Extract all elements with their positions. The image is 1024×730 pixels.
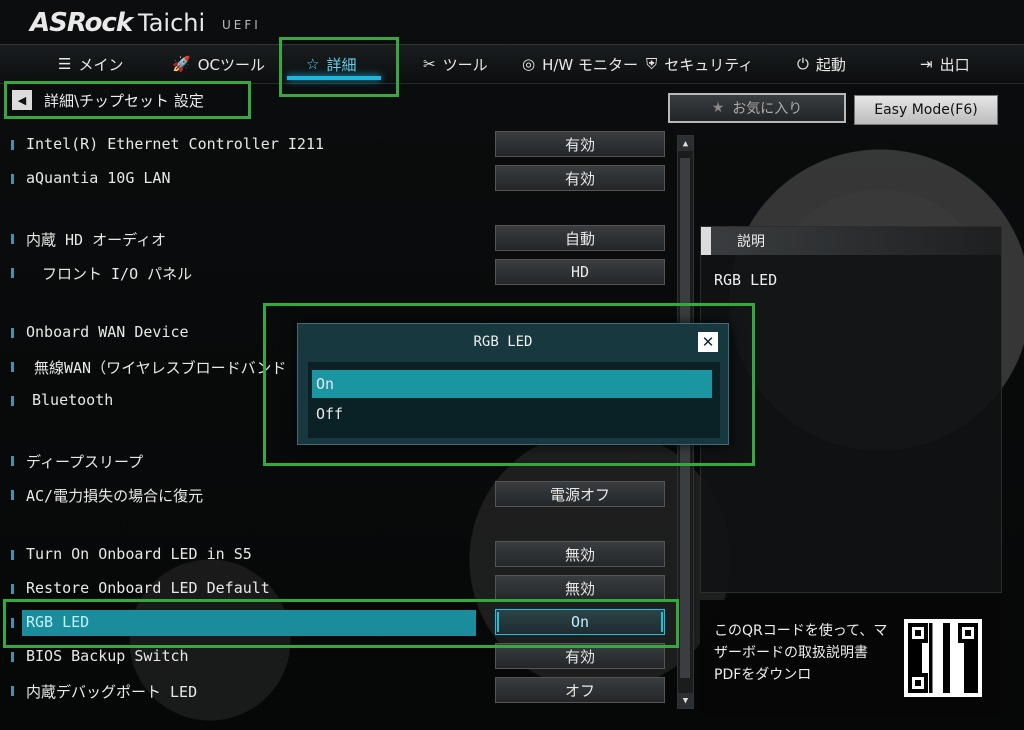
description-text: RGB LED — [714, 271, 778, 289]
tab-main[interactable]: ☰ メイン — [58, 45, 123, 83]
model-name: Taichi — [138, 9, 206, 37]
star-icon: ★ — [711, 100, 725, 116]
setting-label: Turn On Onboard LED in S5 — [26, 545, 252, 563]
description-panel: 説明 RGB LED — [700, 226, 1002, 593]
row-bullet — [11, 490, 14, 500]
description-header: 説明 — [701, 227, 1001, 255]
dialog-title: RGB LED — [473, 334, 533, 350]
brand-logo: ASRock — [30, 8, 133, 38]
value-onboard-audio[interactable]: 自動 — [495, 225, 665, 251]
value-restore-ac-power[interactable]: 電源オフ — [495, 481, 665, 507]
value-debug-port-led[interactable]: オフ — [495, 677, 665, 703]
setting-deep-sleep[interactable]: ディープスリープ — [0, 447, 670, 475]
row-bullet — [11, 140, 14, 150]
value-rgb-led[interactable]: On — [495, 609, 665, 635]
setting-label: フロント I/O パネル — [42, 265, 193, 283]
setting-label: Restore Onboard LED Default — [26, 579, 270, 597]
tab-label: 詳細 — [326, 55, 357, 74]
row-bullet — [11, 234, 14, 244]
tools-icon: ✂ — [423, 55, 436, 73]
star-icon: ☆ — [306, 55, 320, 73]
qr-area: このQRコードを使って、マザーボードの取扱説明書PDFをダウンロ — [700, 600, 1000, 715]
description-tab-marker — [701, 227, 711, 255]
header: ASRock Taichi UEFI — [0, 0, 1024, 44]
setting-label: 内蔵デバッグポート LED — [26, 683, 198, 701]
tab-label: セキュリティ — [664, 55, 754, 74]
row-bullet — [11, 174, 14, 184]
value-front-panel[interactable]: HD — [495, 259, 665, 285]
favorites-label: お気に入り — [732, 101, 803, 117]
rocket-icon: 🚀 — [172, 55, 191, 73]
row-bullet — [11, 618, 14, 628]
crosshair-icon: ◎ — [522, 55, 536, 73]
breadcrumb-path: 詳細\チップセット 設定 — [44, 91, 204, 110]
qr-text: このQRコードを使って、マザーボードの取扱説明書PDFをダウンロ — [714, 623, 888, 683]
back-arrow-icon[interactable]: ◀ — [12, 90, 32, 110]
power-icon: ⏻ — [797, 55, 809, 73]
tab-tool[interactable]: ✂ ツール — [423, 45, 488, 83]
value-aquantia-lan[interactable]: 有効 — [495, 165, 665, 191]
description-title: 説明 — [737, 234, 765, 250]
dialog-option-off[interactable]: Off — [312, 400, 712, 428]
tab-label: ツール — [442, 55, 488, 74]
qr-finder — [958, 623, 978, 643]
tab-oc-tweaker[interactable]: 🚀 OCツール — [172, 45, 265, 83]
favorites-button[interactable]: ★ お気に入り — [668, 93, 846, 123]
active-tab-indicator — [287, 76, 381, 80]
dialog-option-list: On Off — [308, 362, 720, 438]
row-bullet — [11, 550, 14, 560]
setting-label: 内蔵 HD オーディオ — [26, 231, 167, 249]
tab-label: メイン — [78, 55, 124, 74]
tab-label: OCツール — [197, 55, 265, 74]
tab-exit[interactable]: ⇥ 出口 — [920, 45, 970, 83]
tab-security[interactable]: ⛨ セキュリティ — [646, 45, 753, 83]
setting-label: RGB LED — [26, 613, 90, 631]
value-intel-ethernet[interactable]: 有効 — [495, 131, 665, 157]
qr-code — [904, 619, 982, 697]
tab-label: 出口 — [939, 55, 970, 74]
setting-label: ディープスリープ — [26, 453, 144, 471]
setting-label: aQuantia 10G LAN — [26, 169, 171, 187]
tab-hw-monitor[interactable]: ◎ H/W モニター — [522, 45, 638, 83]
value-restore-led-default[interactable]: 無効 — [495, 575, 665, 601]
value-bios-backup[interactable]: 有効 — [495, 643, 665, 669]
row-bullet — [11, 652, 14, 662]
setting-label: 無線WAN（ワイヤレスブロードバンド — [34, 359, 287, 377]
close-icon[interactable]: ✕ — [698, 332, 718, 352]
setting-label: AC/電力損失の場合に復元 — [26, 487, 204, 505]
exit-icon: ⇥ — [920, 55, 933, 73]
scroll-down-icon[interactable]: ▼ — [678, 693, 693, 708]
qr-pattern — [908, 623, 978, 693]
dialog-option-on[interactable]: On — [312, 370, 712, 398]
row-bullet — [11, 456, 14, 466]
main-nav: ☰ メイン 🚀 OCツール ☆ 詳細 ✂ ツール ◎ H/W モニター ⛨ セキ… — [0, 44, 1024, 84]
qr-finder — [908, 623, 928, 643]
value-led-s5[interactable]: 無効 — [495, 541, 665, 567]
menu-icon: ☰ — [58, 55, 72, 73]
tab-label: 起動 — [815, 55, 846, 74]
row-bullet — [11, 328, 14, 338]
tab-label: H/W モニター — [542, 55, 639, 74]
row-bullet — [11, 584, 14, 594]
qr-finder — [908, 673, 928, 693]
setting-label: Bluetooth — [32, 391, 114, 409]
rgb-led-dialog: RGB LED ✕ On Off — [297, 323, 729, 445]
setting-label: BIOS Backup Switch — [26, 647, 189, 665]
uefi-label: UEFI — [222, 18, 261, 32]
setting-label: Intel(R) Ethernet Controller I211 — [26, 135, 325, 153]
row-bullet — [11, 686, 14, 696]
breadcrumb: ◀ 詳細\チップセット 設定 — [12, 88, 204, 112]
row-bullet — [11, 396, 14, 406]
easy-mode-button[interactable]: Easy Mode(F6) — [854, 95, 998, 125]
tab-boot[interactable]: ⏻ 起動 — [797, 45, 846, 83]
setting-label: Onboard WAN Device — [26, 323, 189, 341]
scroll-up-icon[interactable]: ▲ — [678, 136, 693, 151]
row-bullet — [11, 268, 14, 278]
shield-icon: ⛨ — [646, 55, 658, 73]
row-bullet — [11, 362, 14, 372]
